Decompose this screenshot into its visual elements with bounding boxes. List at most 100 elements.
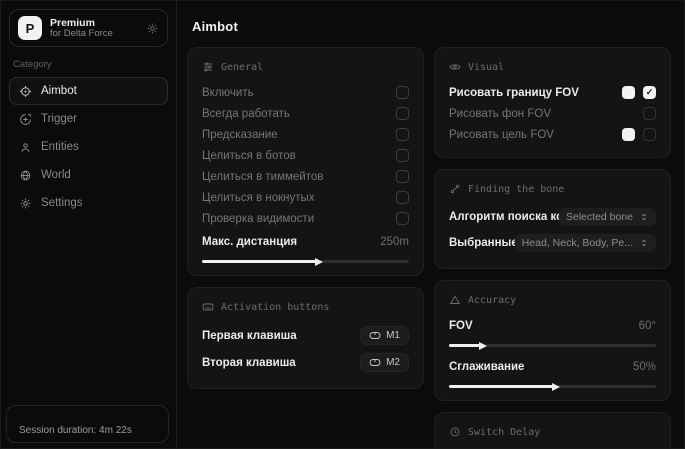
sidebar-item-aimbot[interactable]: Aimbot (9, 77, 168, 105)
panel-title-text: Visual (468, 62, 504, 73)
smoothing-slider[interactable] (449, 385, 656, 388)
panel-activation-buttons: Activation buttons Первая клавиша M1 (187, 287, 424, 389)
keyboard-icon (202, 301, 214, 313)
bone-icon (449, 183, 461, 195)
visual-label: Рисовать границу FOV (449, 87, 579, 99)
triangle-icon (449, 294, 461, 306)
slider-label: Макс. дистанция (202, 236, 297, 248)
mouse-icon (369, 358, 381, 367)
slider-thumb[interactable] (479, 342, 487, 350)
slider-label: Сглаживание (449, 361, 524, 373)
slider-thumb[interactable] (315, 258, 323, 266)
checkbox[interactable] (396, 191, 409, 204)
toggle-label: Всегда работать (202, 108, 290, 120)
mouse-icon (369, 331, 381, 340)
person-icon (19, 141, 32, 154)
session-duration-text: Session duration: 4m 22s (19, 425, 132, 436)
checkbox[interactable] (396, 212, 409, 225)
checkbox[interactable] (396, 128, 409, 141)
slider-label: FOV (449, 320, 473, 332)
panel-title-text: Switch Delay (468, 427, 540, 438)
toggle-label: Целиться в нокнутых (202, 192, 315, 204)
panel-accuracy: Accuracy FOV 60° (434, 280, 671, 401)
session-duration-box: Session duration: 4m 22s (6, 405, 169, 443)
visual-label: Рисовать фон FOV (449, 108, 551, 120)
checkbox[interactable] (396, 86, 409, 99)
crosshair-icon (19, 85, 32, 98)
sidebar-item-entities[interactable]: Entities (9, 133, 168, 161)
keybind-key: M2 (386, 357, 400, 368)
sidebar-item-settings[interactable]: Settings (9, 189, 168, 217)
toggle-label: Включить (202, 87, 254, 99)
sidebar-item-trigger[interactable]: Trigger (9, 105, 168, 133)
fov-slider[interactable] (449, 344, 656, 347)
sliders-icon (202, 61, 214, 73)
bone-algorithm-dropdown[interactable]: Selected bone (559, 208, 656, 226)
slider-value: 250m (380, 236, 409, 248)
page-title: Aimbot (192, 19, 671, 34)
toggle-row: Предсказание (202, 124, 409, 145)
keybind-label: Вторая клавиша (202, 357, 296, 369)
keybind-key: M1 (386, 330, 400, 341)
keybind-row: Первая клавиша M1 (202, 322, 409, 349)
visual-row: Рисовать границу FOV (449, 82, 656, 103)
toggle-row: Целиться в тиммейтов (202, 166, 409, 187)
sidebar-item-label: Settings (41, 197, 83, 209)
brand-subtitle: for Delta Force (50, 29, 113, 40)
panel-finding-the-bone: Finding the bone Алгоритм поиска кост Se… (434, 169, 671, 269)
keybind-label: Первая клавиша (202, 330, 297, 342)
bone-label: Выбранные кос (449, 237, 515, 249)
checkbox[interactable] (643, 107, 656, 120)
panel-title-text: Activation buttons (221, 302, 329, 313)
chevrons-up-down-icon (639, 212, 649, 222)
toggle-row: Проверка видимости (202, 208, 409, 229)
sidebar-item-label: World (41, 169, 71, 181)
toggle-row: Включить (202, 82, 409, 103)
bone-row: Алгоритм поиска кост Selected bone (449, 204, 656, 230)
checkbox[interactable] (643, 128, 656, 141)
max-distance-slider[interactable] (202, 260, 409, 263)
checkbox[interactable] (643, 86, 656, 99)
checkbox[interactable] (396, 149, 409, 162)
panel-title-text: Finding the bone (468, 184, 564, 195)
left-column: General Включить Всегда работать Предска… (187, 47, 424, 449)
trigger-icon (19, 113, 32, 126)
keybind-button-m1[interactable]: M1 (360, 326, 409, 345)
gear-icon[interactable] (146, 22, 159, 35)
clock-icon (449, 426, 461, 438)
gear-icon (19, 197, 32, 210)
panel-title-text: General (221, 62, 263, 73)
sidebar-item-world[interactable]: World (9, 161, 168, 189)
brand-title: Premium (50, 17, 113, 29)
visual-row: Рисовать цель FOV (449, 124, 656, 145)
checkbox[interactable] (396, 107, 409, 120)
visual-label: Рисовать цель FOV (449, 129, 554, 141)
app-window: P Premium for Delta Force Category Aimbo… (0, 0, 685, 449)
sidebar-item-label: Trigger (41, 113, 77, 125)
toggle-row: Целиться в ботов (202, 145, 409, 166)
panel-title-text: Accuracy (468, 295, 516, 306)
color-swatch[interactable] (622, 128, 635, 141)
fov-slider-group: FOV 60° (449, 315, 656, 347)
color-swatch[interactable] (622, 86, 635, 99)
toggle-row: Всегда работать (202, 103, 409, 124)
category-label: Category (13, 59, 164, 70)
slider-thumb[interactable] (552, 383, 560, 391)
keybind-row: Вторая клавиша M2 (202, 349, 409, 376)
dropdown-value: Selected bone (566, 211, 633, 223)
keybind-button-m2[interactable]: M2 (360, 353, 409, 372)
toggle-label: Целиться в тиммейтов (202, 171, 323, 183)
chevrons-up-down-icon (639, 238, 649, 248)
toggle-label: Предсказание (202, 129, 278, 141)
sidebar-item-label: Aimbot (41, 85, 77, 97)
max-distance-slider-group: Макс. дистанция 250m (202, 231, 409, 263)
slider-value: 60° (639, 320, 656, 332)
checkbox[interactable] (396, 170, 409, 183)
bone-row: Выбранные кос Head, Neck, Body, Pe... (449, 230, 656, 256)
brand-logo: P (18, 16, 42, 40)
sidebar: P Premium for Delta Force Category Aimbo… (1, 1, 177, 448)
sidebar-item-label: Entities (41, 141, 79, 153)
main-content: Aimbot General Включить (177, 1, 684, 448)
selected-bones-dropdown[interactable]: Head, Neck, Body, Pe... (515, 234, 656, 252)
slider-value: 50% (633, 361, 656, 373)
